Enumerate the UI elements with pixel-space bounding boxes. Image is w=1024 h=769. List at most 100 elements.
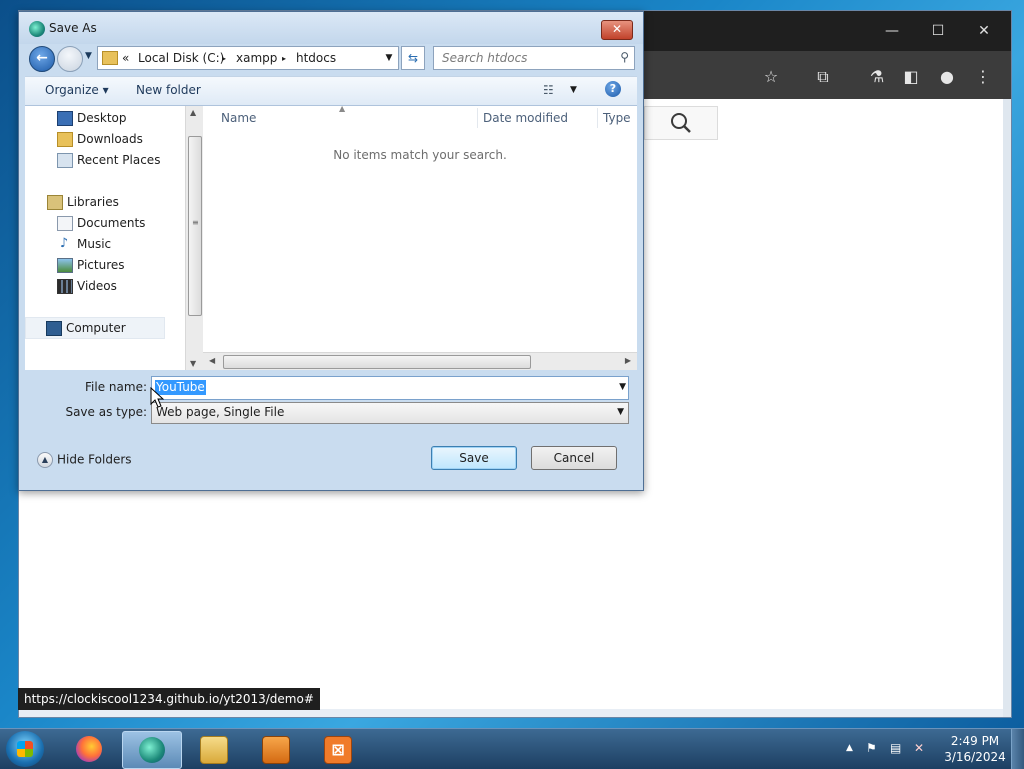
scrollbar-thumb[interactable] [223, 355, 531, 369]
network-icon[interactable]: ▤ [890, 741, 901, 755]
breadcrumb-separator-icon[interactable]: ▸ [282, 54, 286, 63]
side-panel-icon[interactable]: ◧ [899, 65, 923, 89]
link-status-url: https://clockiscool1234.github.io/yt2013… [18, 688, 320, 710]
xampp-icon: ⊠ [324, 736, 352, 764]
media-player-icon [262, 736, 290, 764]
column-header-name[interactable]: Name [221, 106, 256, 130]
nav-item-documents[interactable]: Documents [25, 213, 185, 233]
downloads-folder-icon [57, 132, 73, 147]
nav-pane-scrollbar[interactable]: ▲ ≡ ▼ [185, 106, 203, 370]
change-view-icon[interactable]: ☷ [543, 83, 554, 97]
view-options-dropdown-icon[interactable]: ▼ [570, 85, 577, 95]
system-clock[interactable]: 2:49 PM 3/16/2024 [940, 733, 1010, 765]
computer-icon [46, 321, 62, 336]
taskbar-firefox[interactable] [60, 731, 118, 767]
nav-item-computer[interactable]: Computer [25, 317, 165, 339]
browser-frame-edge [1003, 99, 1011, 717]
windows-logo-icon [17, 741, 33, 757]
minimize-icon[interactable]: — [881, 21, 903, 41]
extensions-icon[interactable]: ⧉ [811, 65, 835, 89]
cancel-button[interactable]: Cancel [531, 446, 617, 470]
back-arrow-icon[interactable]: ← [29, 46, 55, 72]
maximize-icon[interactable]: ☐ [927, 21, 949, 41]
save-as-type-dropdown-icon[interactable]: ▼ [617, 407, 624, 417]
videos-icon [57, 279, 73, 294]
nav-item-label: Videos [77, 279, 117, 293]
app-logo-icon [29, 21, 45, 37]
nav-item-libraries[interactable]: Libraries [25, 192, 185, 212]
labs-flask-icon[interactable]: ⚗ [865, 65, 889, 89]
profile-avatar-icon[interactable]: ● [935, 65, 959, 89]
scrollbar-thumb[interactable]: ≡ [188, 136, 202, 316]
taskbar-xampp[interactable]: ⊠ [308, 731, 366, 767]
taskbar-file-explorer[interactable] [184, 731, 242, 767]
close-icon[interactable]: ✕ [973, 21, 995, 41]
nav-item-label: Desktop [77, 111, 127, 125]
nav-item-label: Music [77, 237, 112, 251]
organize-button[interactable]: Organize ▾ [45, 83, 109, 97]
column-divider[interactable] [597, 108, 598, 128]
nav-item-music[interactable]: ♪ Music [25, 234, 185, 254]
command-bar: Organize ▾ New folder ☷ ▼ ? [25, 76, 637, 106]
taskbar-media-player[interactable] [246, 731, 304, 767]
file-list-horizontal-scrollbar[interactable]: ◀ ▶ [203, 352, 637, 370]
nav-item-videos[interactable]: Videos [25, 276, 185, 296]
address-bar[interactable]: « Local Disk (C:) ▸ xampp ▸ htdocs ▼ [97, 46, 399, 70]
recent-locations-dropdown-icon[interactable]: ▼ [85, 51, 92, 61]
help-icon[interactable]: ? [605, 81, 621, 97]
scroll-down-icon[interactable]: ▼ [190, 359, 196, 368]
save-as-type-select[interactable]: Web page, Single File ▼ [151, 402, 629, 424]
column-header-date-modified[interactable]: Date modified [483, 106, 568, 130]
pictures-icon [57, 258, 73, 273]
empty-folder-message: No items match your search. [333, 148, 507, 162]
file-name-input[interactable]: YouTube ▼ [151, 376, 629, 400]
show-desktop-button[interactable] [1011, 729, 1024, 769]
navigation-row: ← ▼ « Local Disk (C:) ▸ xampp ▸ htdocs ▼… [25, 44, 637, 72]
save-as-type-label: Save as type: [65, 405, 147, 419]
dialog-close-button[interactable]: ✕ [601, 20, 633, 40]
action-center-flag-icon[interactable]: ⚑ [866, 741, 877, 755]
page-search-button[interactable] [644, 106, 718, 140]
search-icon[interactable]: ⚲ [620, 50, 629, 64]
scroll-left-icon[interactable]: ◀ [209, 356, 215, 365]
hide-folders-label: Hide Folders [57, 452, 132, 467]
refresh-icon[interactable]: ⇆ [401, 46, 425, 70]
save-as-type-value: Web page, Single File [156, 405, 285, 419]
nav-item-label: Computer [66, 321, 126, 335]
nav-item-label: Documents [77, 216, 146, 230]
music-icon: ♪ [59, 236, 69, 251]
nav-item-desktop[interactable]: Desktop [25, 108, 185, 128]
dialog-titlebar[interactable]: Save As ✕ [19, 12, 643, 44]
clock-time: 2:49 PM [950, 734, 1000, 748]
scroll-up-icon[interactable]: ▲ [190, 108, 196, 117]
scroll-right-icon[interactable]: ▶ [625, 356, 631, 365]
volume-muted-icon[interactable]: ✕ [914, 741, 924, 755]
desktop-icon [57, 111, 73, 126]
save-button[interactable]: Save [431, 446, 517, 470]
hide-folders-button[interactable]: ▲ Hide Folders [37, 452, 132, 468]
menu-kebab-icon[interactable]: ⋮ [971, 65, 995, 89]
bookmark-star-icon[interactable]: ☆ [759, 65, 783, 89]
nav-item-label: Pictures [77, 258, 125, 272]
breadcrumb-overflow[interactable]: « [122, 51, 129, 65]
file-name-dropdown-icon[interactable]: ▼ [619, 382, 626, 392]
nav-item-recent-places[interactable]: Recent Places [25, 150, 185, 170]
column-header-type[interactable]: Type [603, 106, 631, 130]
breadcrumb-local-disk[interactable]: Local Disk (C:) [138, 51, 224, 65]
nav-item-pictures[interactable]: Pictures [25, 255, 185, 275]
taskbar-browser[interactable] [122, 731, 182, 769]
nav-item-downloads[interactable]: Downloads [25, 129, 185, 149]
breadcrumb-htdocs[interactable]: htdocs [296, 51, 336, 65]
new-folder-button[interactable]: New folder [136, 83, 201, 97]
firefox-icon [76, 736, 102, 762]
breadcrumb-separator-icon[interactable]: ▸ [222, 54, 226, 63]
folder-icon [200, 736, 228, 764]
search-icon [671, 113, 691, 133]
folder-search-input[interactable]: Search htdocs ⚲ [433, 46, 635, 70]
start-button[interactable] [6, 731, 44, 767]
address-dropdown-icon[interactable]: ▼ [380, 47, 398, 69]
forward-arrow-icon[interactable] [57, 46, 83, 72]
breadcrumb-xampp[interactable]: xampp [236, 51, 277, 65]
show-hidden-icons-icon[interactable]: ▲ [846, 743, 853, 753]
column-divider[interactable] [477, 108, 478, 128]
